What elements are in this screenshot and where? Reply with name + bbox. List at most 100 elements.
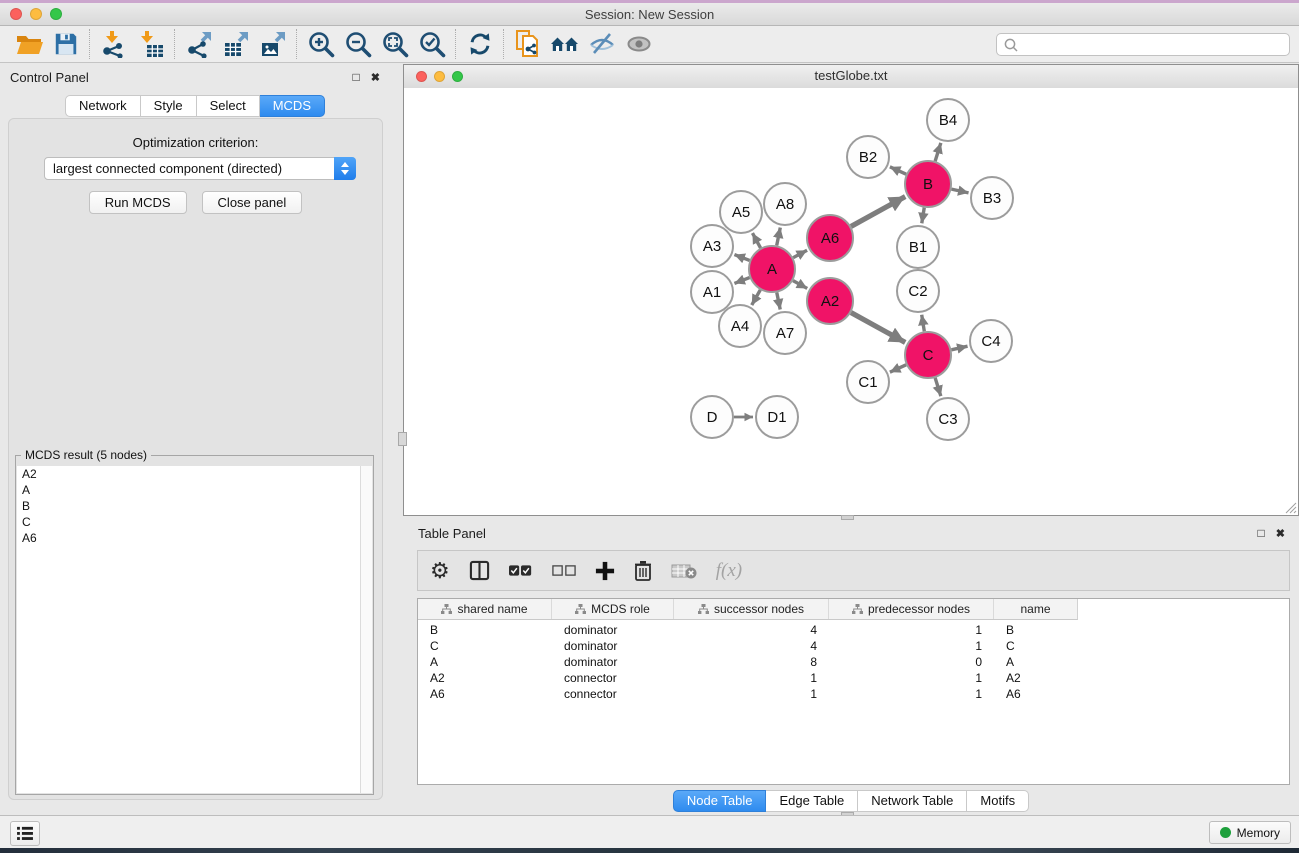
- close-panel-button[interactable]: Close panel: [202, 191, 303, 214]
- table-cell[interactable]: 8: [674, 655, 829, 669]
- table-cell[interactable]: connector: [552, 687, 674, 701]
- float-panel-icon[interactable]: □: [353, 70, 360, 84]
- graph-node-D[interactable]: D: [691, 396, 733, 438]
- column-header-predecessor-nodes[interactable]: predecessor nodes: [829, 599, 994, 619]
- graph-edge-A-A3[interactable]: [734, 255, 749, 261]
- tab-node-table[interactable]: Node Table: [673, 790, 767, 812]
- criterion-dropdown[interactable]: largest connected component (directed): [44, 157, 356, 180]
- minimize-network-window-button[interactable]: [434, 71, 445, 82]
- graph-node-B3[interactable]: B3: [971, 177, 1013, 219]
- function-builder-button[interactable]: f(x): [716, 560, 742, 582]
- graph-node-A6[interactable]: A6: [807, 215, 853, 261]
- table-cell[interactable]: C: [994, 639, 1077, 653]
- export-table-button[interactable]: [217, 28, 254, 60]
- graph-edge-B-B4[interactable]: [935, 143, 941, 161]
- tab-network-table[interactable]: Network Table: [858, 790, 967, 812]
- table-cell[interactable]: B: [994, 623, 1077, 637]
- graph-node-A1[interactable]: A1: [691, 271, 733, 313]
- table-cell[interactable]: dominator: [552, 623, 674, 637]
- table-cell[interactable]: 1: [829, 671, 994, 685]
- table-cell[interactable]: dominator: [552, 655, 674, 669]
- table-cell[interactable]: A6: [994, 687, 1077, 701]
- graph-node-A3[interactable]: A3: [691, 225, 733, 267]
- table-cell[interactable]: A2: [418, 671, 552, 685]
- window-resize-grip[interactable]: [1281, 498, 1297, 514]
- graph-node-C4[interactable]: C4: [970, 320, 1012, 362]
- graph-edge-B-B3[interactable]: [951, 189, 968, 193]
- graph-edge-A-A4[interactable]: [752, 290, 761, 305]
- column-header-name[interactable]: name: [994, 599, 1077, 619]
- deselect-all-button[interactable]: [552, 564, 576, 577]
- zoom-out-button[interactable]: [339, 28, 376, 60]
- tab-motifs[interactable]: Motifs: [967, 790, 1029, 812]
- maximize-network-window-button[interactable]: [452, 71, 463, 82]
- network-document-button[interactable]: [509, 28, 546, 60]
- graph-node-B[interactable]: B: [905, 161, 951, 207]
- save-session-button[interactable]: [47, 28, 84, 60]
- zoom-selected-button[interactable]: [413, 28, 450, 60]
- graph-edge-C-C2[interactable]: [922, 315, 925, 332]
- float-table-panel-icon[interactable]: □: [1258, 526, 1265, 540]
- tab-network[interactable]: Network: [65, 95, 141, 117]
- graph-edge-C-C4[interactable]: [951, 346, 967, 350]
- graph-node-A4[interactable]: A4: [719, 305, 761, 347]
- import-network-button[interactable]: [95, 28, 132, 60]
- home-overview-button[interactable]: [546, 28, 583, 60]
- mcds-result-item[interactable]: B: [17, 498, 372, 514]
- delete-table-button[interactable]: [671, 562, 697, 580]
- graph-node-C2[interactable]: C2: [897, 270, 939, 312]
- vertical-splitter-handle[interactable]: [398, 432, 407, 446]
- tab-style[interactable]: Style: [141, 95, 197, 117]
- table-cell[interactable]: 1: [829, 687, 994, 701]
- mcds-result-item[interactable]: A2: [17, 466, 372, 482]
- graph-edge-B-B2[interactable]: [890, 167, 906, 174]
- table-settings-button[interactable]: ⚙: [430, 560, 450, 582]
- table-cell[interactable]: A2: [994, 671, 1077, 685]
- table-cell[interactable]: B: [418, 623, 552, 637]
- table-row[interactable]: Cdominator41C: [418, 638, 1289, 654]
- graph-node-C3[interactable]: C3: [927, 398, 969, 440]
- table-cell[interactable]: 4: [674, 639, 829, 653]
- mcds-result-item[interactable]: A6: [17, 530, 372, 546]
- graph-edge-A-A8[interactable]: [777, 228, 781, 246]
- add-column-button[interactable]: [595, 561, 615, 581]
- table-cell[interactable]: A: [994, 655, 1077, 669]
- tab-mcds[interactable]: MCDS: [260, 95, 325, 117]
- column-header-shared-name[interactable]: shared name: [418, 599, 552, 619]
- zoom-in-button[interactable]: [302, 28, 339, 60]
- table-cell[interactable]: 0: [829, 655, 994, 669]
- close-table-panel-icon[interactable]: ✖: [1276, 527, 1285, 540]
- column-header-successor-nodes[interactable]: successor nodes: [674, 599, 829, 619]
- graph-edge-A-A1[interactable]: [734, 278, 749, 284]
- table-cell[interactable]: A: [418, 655, 552, 669]
- graph-node-A[interactable]: A: [749, 246, 795, 292]
- column-view-button[interactable]: [469, 560, 490, 581]
- close-panel-icon[interactable]: ✖: [371, 71, 380, 84]
- mcds-result-item[interactable]: A: [17, 482, 372, 498]
- select-all-button[interactable]: [509, 564, 533, 577]
- graph-edge-C-C1[interactable]: [890, 365, 906, 372]
- graph-node-C1[interactable]: C1: [847, 361, 889, 403]
- table-row[interactable]: A2connector11A2: [418, 670, 1289, 686]
- graph-edge-A-A6[interactable]: [793, 250, 807, 257]
- memory-button[interactable]: Memory: [1209, 821, 1291, 844]
- table-row[interactable]: Bdominator41B: [418, 622, 1289, 638]
- open-session-button[interactable]: [10, 28, 47, 60]
- network-canvas[interactable]: B4B2BB3B1A5A8A6A3AA1A2C2A4A7C4CC1C3DD1: [404, 88, 1298, 515]
- table-cell[interactable]: A6: [418, 687, 552, 701]
- export-image-button[interactable]: [254, 28, 291, 60]
- graph-edge-A2-C[interactable]: [851, 313, 905, 343]
- graph-node-A7[interactable]: A7: [764, 312, 806, 354]
- graph-node-D1[interactable]: D1: [756, 396, 798, 438]
- network-window-titlebar[interactable]: testGlobe.txt: [404, 65, 1298, 89]
- table-cell[interactable]: 1: [829, 623, 994, 637]
- tab-edge-table[interactable]: Edge Table: [766, 790, 858, 812]
- run-mcds-button[interactable]: Run MCDS: [89, 191, 187, 214]
- table-cell[interactable]: C: [418, 639, 552, 653]
- table-cell[interactable]: 1: [674, 671, 829, 685]
- graph-node-B4[interactable]: B4: [927, 99, 969, 141]
- result-list-scrollbar[interactable]: [360, 466, 372, 793]
- graph-node-A2[interactable]: A2: [807, 278, 853, 324]
- graph-node-B1[interactable]: B1: [897, 226, 939, 268]
- export-network-button[interactable]: [180, 28, 217, 60]
